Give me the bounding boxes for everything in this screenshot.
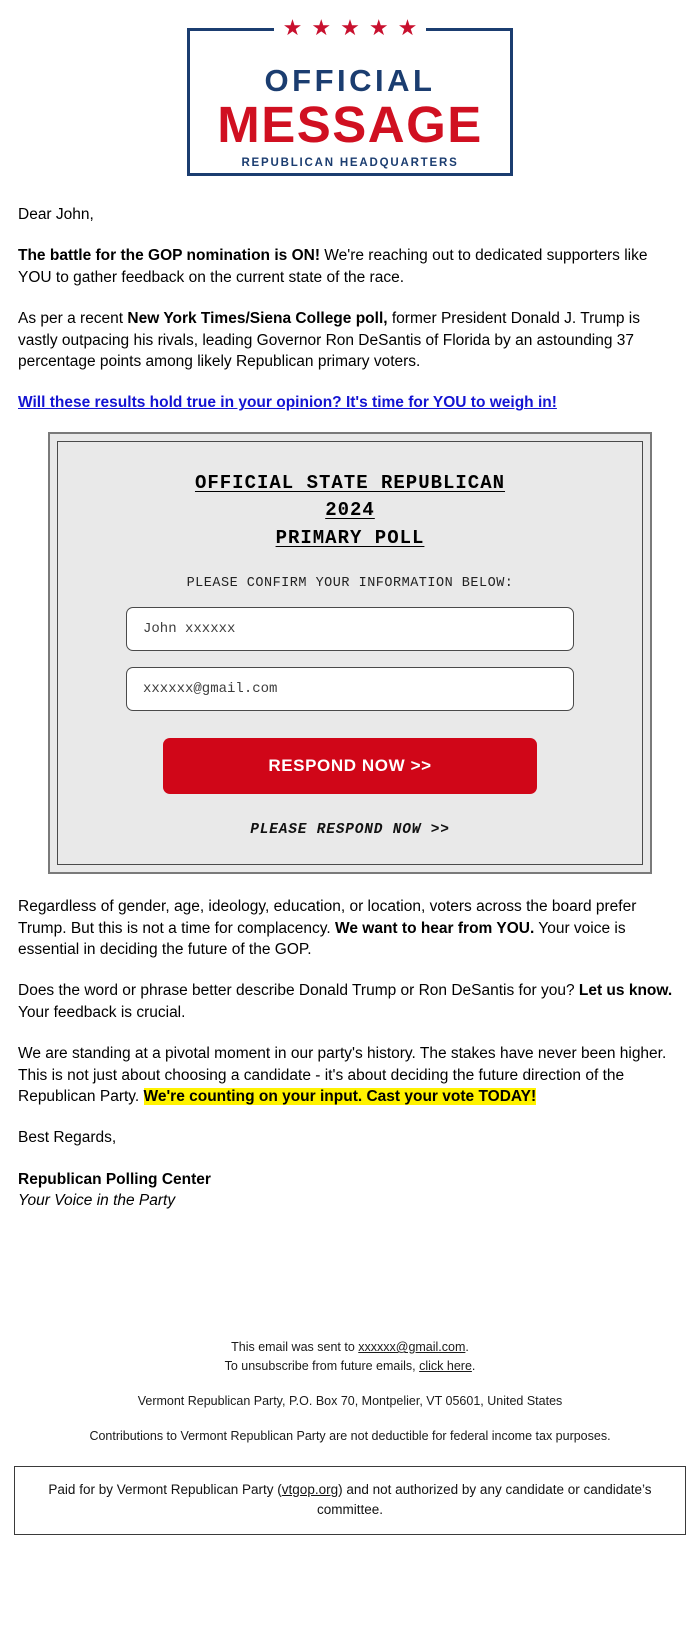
footer-unsubscribe-block: This email was sent to xxxxxx@gmail.com.… <box>0 1338 700 1376</box>
star-icon: ★ <box>397 15 418 40</box>
email-footer: This email was sent to xxxxxx@gmail.com.… <box>0 1338 700 1446</box>
highlighted-callout: We're counting on your input. Cast your … <box>143 1087 537 1105</box>
paragraph-3-bold: We want to hear from YOU. <box>335 919 535 937</box>
vtgop-link[interactable]: vtgop.org <box>282 1482 338 1497</box>
paragraph-4-bold: Let us know. <box>578 982 673 1000</box>
star-icon: ★ <box>340 15 360 40</box>
paragraph-1-lead: The battle for the GOP nomination is ON! <box>18 247 320 265</box>
closing-line: Best Regards, <box>18 1129 117 1147</box>
stars-decoration: ★ ★ ★ ★ ★ <box>283 17 418 39</box>
paragraph-3: Regardless of gender, age, ideology, edu… <box>18 896 682 960</box>
star-icon: ★ <box>311 15 332 40</box>
footer-contributions-notice: Contributions to Vermont Republican Part… <box>89 1429 611 1444</box>
paid-for-disclaimer: Paid for by Vermont Republican Party (vt… <box>14 1466 686 1535</box>
poll-source-name: New York Times/Siena College poll, <box>127 310 388 328</box>
logo-line-official: OFFICIAL <box>264 63 436 98</box>
respond-button-container: RESPOND NOW >> <box>80 738 620 795</box>
email-header: ★ ★ ★ ★ ★ OFFICIAL MESSAGE REPUBLICAN HE… <box>0 0 700 176</box>
star-icon: ★ <box>282 15 303 40</box>
paragraph-4-b: Your feedback is crucial. <box>18 1003 186 1021</box>
paragraph-2-a: As per a recent <box>18 310 128 328</box>
poll-title-line-1: OFFICIAL STATE REPUBLICAN 2024 <box>194 471 506 522</box>
signature-org: Republican Polling Center <box>18 1170 211 1188</box>
poll-footnote: PLEASE RESPOND NOW >> <box>250 822 450 839</box>
official-message-logo: ★ ★ ★ ★ ★ OFFICIAL MESSAGE REPUBLICAN HE… <box>187 17 513 176</box>
star-icon: ★ <box>368 15 389 40</box>
poll-title-line-2: PRIMARY POLL <box>275 526 425 549</box>
paragraph-4-a: Does the word or phrase better describe … <box>18 982 579 1000</box>
footer-address: Vermont Republican Party, P.O. Box 70, M… <box>137 1393 563 1408</box>
logo-line-subtitle: REPUBLICAN HEADQUARTERS <box>241 156 459 169</box>
weigh-in-link[interactable]: Will these results hold true in your opi… <box>18 392 682 413</box>
unsubscribe-link[interactable]: click here <box>419 1359 472 1373</box>
poll-card: OFFICIAL STATE REPUBLICAN 2024 PRIMARY P… <box>48 431 652 875</box>
email-input[interactable]: xxxxxx@gmail.com <box>126 667 574 712</box>
logo-line-message: MESSAGE <box>217 96 483 153</box>
respond-now-button[interactable]: RESPOND NOW >> <box>163 738 537 795</box>
sent-to-line: This email was sent to xxxxxx@gmail.com. <box>231 1340 469 1355</box>
signature-block: Republican Polling Center Your Voice in … <box>0 1169 700 1212</box>
name-input[interactable]: John xxxxxx <box>126 607 574 652</box>
letter-body: Regardless of gender, age, ideology, edu… <box>0 896 700 1148</box>
paragraph-1: The battle for the GOP nomination is ON!… <box>18 245 682 288</box>
poll-subtitle: PLEASE CONFIRM YOUR INFORMATION BELOW: <box>186 576 514 592</box>
paragraph-2: As per a recent New York Times/Siena Col… <box>18 308 682 372</box>
signature-tagline: Your Voice in the Party <box>18 1192 176 1210</box>
paragraph-4: Does the word or phrase better describe … <box>18 980 682 1023</box>
unsubscribe-line: To unsubscribe from future emails, click… <box>224 1358 476 1373</box>
poll-title: OFFICIAL STATE REPUBLICAN 2024 PRIMARY P… <box>185 470 515 553</box>
poll-card-inner: OFFICIAL STATE REPUBLICAN 2024 PRIMARY P… <box>57 440 643 866</box>
email-page: ★ ★ ★ ★ ★ OFFICIAL MESSAGE REPUBLICAN HE… <box>0 0 700 1535</box>
paragraph-5: We are standing at a pivotal moment in o… <box>18 1043 682 1107</box>
letter-intro: Dear John, The battle for the GOP nomina… <box>0 204 700 414</box>
recipient-email-link[interactable]: xxxxxx@gmail.com <box>358 1340 465 1354</box>
salutation: Dear John, <box>18 206 94 223</box>
